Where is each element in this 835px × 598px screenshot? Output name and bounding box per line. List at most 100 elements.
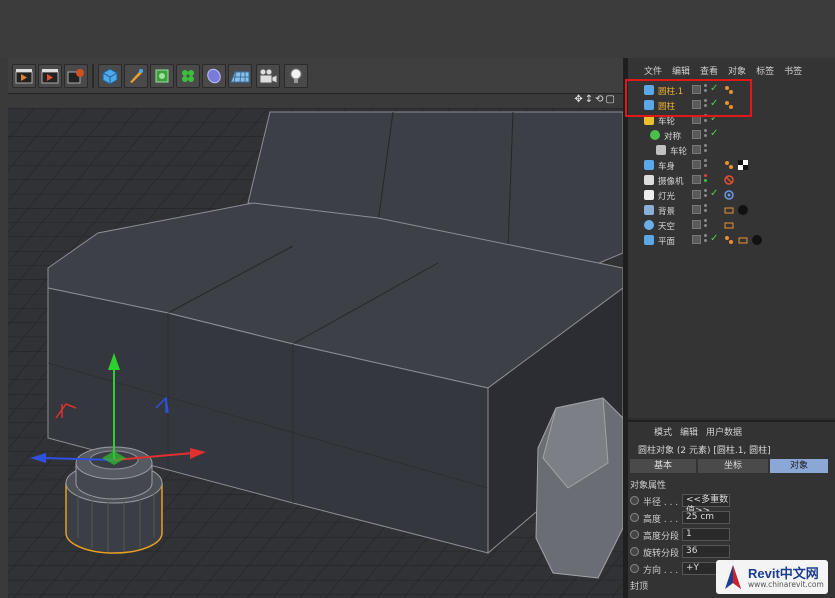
radius-field[interactable]: <<多重数值>> xyxy=(682,494,730,516)
object-row-plane[interactable]: 平面 ✓ xyxy=(628,233,835,248)
checker-material-icon[interactable] xyxy=(738,160,748,170)
animate-radio[interactable] xyxy=(630,530,639,539)
main-toolbar xyxy=(8,58,623,94)
render-picture-viewer-icon[interactable] xyxy=(38,64,62,88)
menu-view[interactable]: 查看 xyxy=(700,64,718,80)
floor-icon[interactable] xyxy=(228,64,252,88)
move-view-icon[interactable]: ✥ xyxy=(574,94,584,105)
target-tag-icon[interactable] xyxy=(724,190,734,200)
object-row-wheel[interactable]: 车轮 xyxy=(628,143,835,158)
animate-radio[interactable] xyxy=(630,564,639,573)
layer-icon[interactable] xyxy=(692,205,701,214)
visibility-dots[interactable] xyxy=(704,234,708,246)
layer-icon[interactable] xyxy=(692,160,701,169)
toggle-view-icon[interactable]: ▢ xyxy=(606,94,617,105)
dolly-view-icon[interactable]: ↕ xyxy=(585,94,595,105)
background-icon xyxy=(644,205,654,215)
watermark-url: www.chinarevit.com xyxy=(748,580,824,589)
object-name: 平面 xyxy=(658,237,676,247)
animate-radio[interactable] xyxy=(630,513,639,522)
enabled-check-icon[interactable]: ✓ xyxy=(710,128,718,139)
material-icon[interactable] xyxy=(738,205,748,215)
object-row-body[interactable]: 车身 xyxy=(628,158,835,173)
layer-icon[interactable] xyxy=(692,235,701,244)
object-name: 车轮 xyxy=(670,147,688,157)
layer-icon[interactable] xyxy=(692,130,701,139)
menu-edit[interactable]: 编辑 xyxy=(672,64,690,80)
compositing-tag-icon[interactable] xyxy=(724,220,734,230)
menu-mode[interactable]: 模式 xyxy=(654,425,672,439)
selection-highlight-box xyxy=(625,79,752,117)
menu-edit[interactable]: 编辑 xyxy=(680,425,698,439)
object-row-light[interactable]: 灯光 ✓ xyxy=(628,188,835,203)
tab-coordinates[interactable]: 坐标 xyxy=(698,459,768,473)
prop-radius: 半径 . . . <<多重数值>> xyxy=(630,494,835,516)
prop-rotation-segments: 旋转分段 36 xyxy=(630,545,835,559)
layer-icon[interactable] xyxy=(692,145,701,154)
object-name: 天空 xyxy=(658,222,676,232)
visibility-dots[interactable] xyxy=(704,219,708,231)
object-row-camera[interactable]: 摄像机 xyxy=(628,173,835,188)
menu-objects[interactable]: 对象 xyxy=(728,64,746,80)
top-strip xyxy=(0,0,835,58)
pen-icon[interactable] xyxy=(124,64,148,88)
object-row-sky[interactable]: 天空 xyxy=(628,218,835,233)
menu-bookmarks[interactable]: 书签 xyxy=(784,64,802,80)
object-name: 灯光 xyxy=(658,192,676,202)
viewport-navigation[interactable]: ✥↕⟲▢ xyxy=(574,94,617,105)
tab-basic[interactable]: 基本 xyxy=(630,459,696,473)
protection-tag-icon[interactable] xyxy=(724,175,734,185)
render-settings-icon[interactable] xyxy=(64,64,88,88)
tab-object[interactable]: 对象 xyxy=(770,459,828,473)
animate-radio[interactable] xyxy=(630,496,639,505)
object-name: 背景 xyxy=(658,207,676,217)
prop-height-segments: 高度分段 1 xyxy=(630,528,835,542)
menu-file[interactable]: 文件 xyxy=(644,64,662,80)
rotate-view-icon[interactable]: ⟲ xyxy=(595,94,605,105)
visibility-dots[interactable] xyxy=(704,174,708,186)
object-row-symmetry[interactable]: 对称 ✓ xyxy=(628,128,835,143)
object-row-background[interactable]: 背景 xyxy=(628,203,835,218)
subdivision-icon[interactable] xyxy=(150,64,174,88)
toolbar-separator xyxy=(92,64,94,88)
compositing-tag-icon[interactable] xyxy=(738,235,748,245)
visibility-dots[interactable] xyxy=(704,189,708,201)
rotation-segments-field[interactable]: 36 xyxy=(682,545,730,558)
animate-radio[interactable] xyxy=(630,547,639,556)
camera-icon[interactable] xyxy=(256,64,280,88)
deformer-icon[interactable] xyxy=(202,64,226,88)
layer-icon[interactable] xyxy=(692,175,701,184)
attribute-title: 圆柱对象 (2 元素) [圆柱.1, 圆柱] xyxy=(638,446,771,456)
visibility-dots[interactable] xyxy=(704,159,708,171)
section-object-properties: 对象属性 xyxy=(630,481,667,491)
height-segments-field[interactable]: 1 xyxy=(682,528,730,541)
object-name: 车身 xyxy=(658,162,676,172)
phong-tag-icon[interactable] xyxy=(724,235,734,245)
revit-logo-icon xyxy=(725,565,741,589)
menu-tags[interactable]: 标签 xyxy=(756,64,774,80)
phong-tag-icon[interactable] xyxy=(724,160,734,170)
array-icon[interactable] xyxy=(176,64,200,88)
plane-icon xyxy=(644,235,654,245)
material-icon[interactable] xyxy=(752,235,762,245)
cinema4d-window: ✥↕⟲▢ 文件 编辑 查看 对象 标签 书签 圆柱.1 ✓ 圆柱 ✓ 车轮 ✓ … xyxy=(8,58,835,598)
menu-user-data[interactable]: 用户数据 xyxy=(706,425,742,439)
enabled-check-icon[interactable]: ✓ xyxy=(710,188,718,199)
object-name: 对称 xyxy=(664,132,682,142)
site-watermark: Revit中文网 www.chinarevit.com xyxy=(716,560,828,594)
layer-icon[interactable] xyxy=(692,220,701,229)
compositing-tag-icon[interactable] xyxy=(724,205,734,215)
object-name: 摄像机 xyxy=(658,177,684,187)
layer-icon[interactable] xyxy=(692,190,701,199)
section-caps[interactable]: 封顶 xyxy=(630,579,648,592)
cube-icon[interactable] xyxy=(98,64,122,88)
render-view-icon[interactable] xyxy=(12,64,36,88)
visibility-dots[interactable] xyxy=(704,204,708,216)
light-icon[interactable] xyxy=(284,64,308,88)
enabled-check-icon[interactable]: ✓ xyxy=(710,233,718,244)
visibility-dots[interactable] xyxy=(704,129,708,141)
symmetry-icon xyxy=(650,130,660,140)
3d-viewport[interactable] xyxy=(8,108,623,598)
visibility-dots[interactable] xyxy=(704,144,708,156)
height-field[interactable]: 25 cm xyxy=(682,511,730,524)
